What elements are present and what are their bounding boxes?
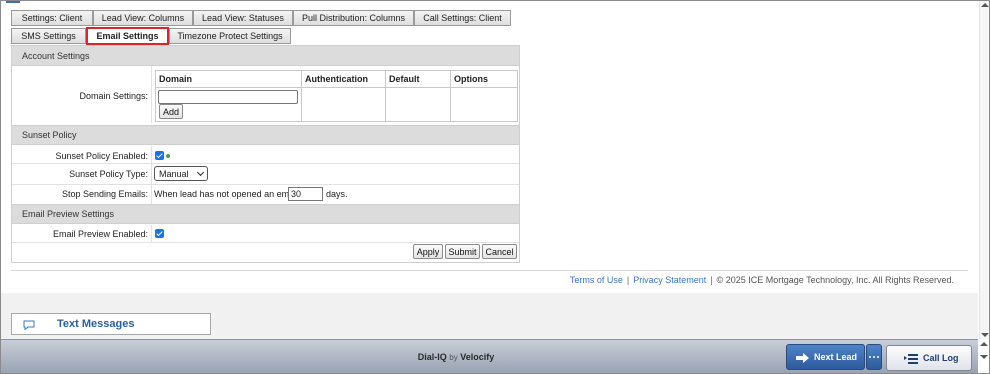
cancel-button[interactable]: Cancel	[482, 244, 517, 259]
default-cell	[386, 88, 451, 121]
status-dot-icon	[166, 154, 170, 158]
tab-lead-view-statuses[interactable]: Lead View: Statuses	[193, 10, 293, 26]
brand-company: Velocify	[460, 352, 495, 362]
top-accent-line	[6, 1, 20, 3]
tab-call-settings-client[interactable]: Call Settings: Client	[414, 10, 511, 26]
column-divider	[151, 66, 152, 123]
vertical-scrollbar[interactable]	[979, 1, 989, 339]
footer-divider	[11, 270, 968, 271]
scroll-up-icon[interactable]	[980, 342, 988, 346]
email-preview-enabled-label: Email Preview Enabled:	[52, 229, 148, 239]
sunset-policy-type-value: Manual	[159, 168, 189, 179]
email-settings-panel: Account Settings Domain Settings: Domain…	[11, 45, 520, 263]
sunset-policy-type-select[interactable]: Manual	[154, 166, 208, 181]
submit-button[interactable]: Submit	[445, 244, 480, 259]
more-dots-icon	[877, 356, 879, 358]
tab-timezone-protect-settings[interactable]: Timezone Protect Settings	[169, 28, 291, 44]
tab-sms-settings[interactable]: SMS Settings	[11, 28, 86, 44]
row-divider	[12, 163, 519, 164]
stop-sending-prefix: When lead has not opened an email in	[154, 189, 308, 199]
privacy-statement-link[interactable]: Privacy Statement	[633, 275, 706, 285]
column-header-authentication: Authentication	[302, 71, 386, 88]
more-dots-icon	[873, 356, 875, 358]
sunset-policy-enabled-checkbox[interactable]	[155, 151, 164, 160]
brand-name: Dial-IQ	[417, 352, 447, 362]
domain-input[interactable]	[158, 90, 298, 104]
text-messages-button[interactable]: Text Messages	[11, 313, 211, 335]
authentication-cell	[302, 88, 386, 121]
text-messages-label: Text Messages	[57, 318, 135, 330]
apply-button[interactable]: Apply	[413, 244, 443, 259]
scroll-down-icon[interactable]	[981, 333, 989, 337]
chat-bubble-icon	[23, 320, 35, 330]
email-preview-enabled-checkbox[interactable]	[155, 229, 164, 238]
tab-email-settings[interactable]: Email Settings	[86, 27, 169, 45]
column-divider	[151, 146, 152, 204]
brand: Dial-IQ by Velocify	[1, 352, 911, 362]
column-header-default: Default	[386, 71, 451, 88]
stop-sending-days-input[interactable]: 30	[288, 187, 323, 201]
column-header-domain: Domain	[156, 71, 302, 88]
section-header-sunset-policy: Sunset Policy	[12, 125, 519, 145]
tab-lead-view-columns[interactable]: Lead View: Columns	[93, 10, 193, 26]
domain-settings-label: Domain Settings:	[79, 91, 148, 101]
column-header-options: Options	[451, 71, 517, 88]
next-lead-label: Next Lead	[814, 352, 858, 362]
next-lead-button[interactable]: Next Lead	[786, 344, 865, 370]
terms-of-use-link[interactable]: Terms of Use	[570, 275, 623, 285]
column-divider	[151, 225, 152, 243]
arrow-right-icon	[796, 353, 809, 363]
tab-pull-distribution-columns[interactable]: Pull Distribution: Columns	[293, 10, 414, 26]
row-divider	[12, 242, 519, 243]
list-icon	[904, 354, 918, 364]
row-divider	[12, 184, 519, 185]
stop-sending-suffix: days.	[326, 189, 348, 199]
more-options-button[interactable]	[866, 344, 882, 370]
add-domain-button[interactable]: Add	[159, 104, 183, 119]
scroll-up-icon[interactable]	[981, 3, 989, 7]
section-header-email-preview-settings: Email Preview Settings	[12, 204, 519, 224]
tab-settings-client[interactable]: Settings: Client	[11, 10, 93, 26]
brand-by: by	[449, 353, 458, 362]
call-log-label: Call Log	[923, 353, 959, 363]
chevron-down-icon	[196, 168, 205, 177]
footer-separator: |	[710, 275, 713, 285]
scroll-down-icon[interactable]	[980, 355, 988, 359]
copyright-text: © 2025 ICE Mortgage Technology, Inc. All…	[716, 275, 954, 285]
stop-sending-emails-label: Stop Sending Emails:	[61, 189, 148, 199]
section-header-account-settings: Account Settings	[12, 46, 519, 66]
footer: Terms of Use | Privacy Statement | © 2025 IC…	[570, 275, 954, 285]
more-dots-icon	[869, 356, 871, 358]
call-log-button[interactable]: Call Log	[886, 345, 972, 371]
sunset-policy-enabled-label: Sunset Policy Enabled:	[55, 151, 148, 161]
sunset-policy-type-label: Sunset Policy Type:	[69, 169, 148, 179]
footer-separator: |	[626, 275, 630, 285]
